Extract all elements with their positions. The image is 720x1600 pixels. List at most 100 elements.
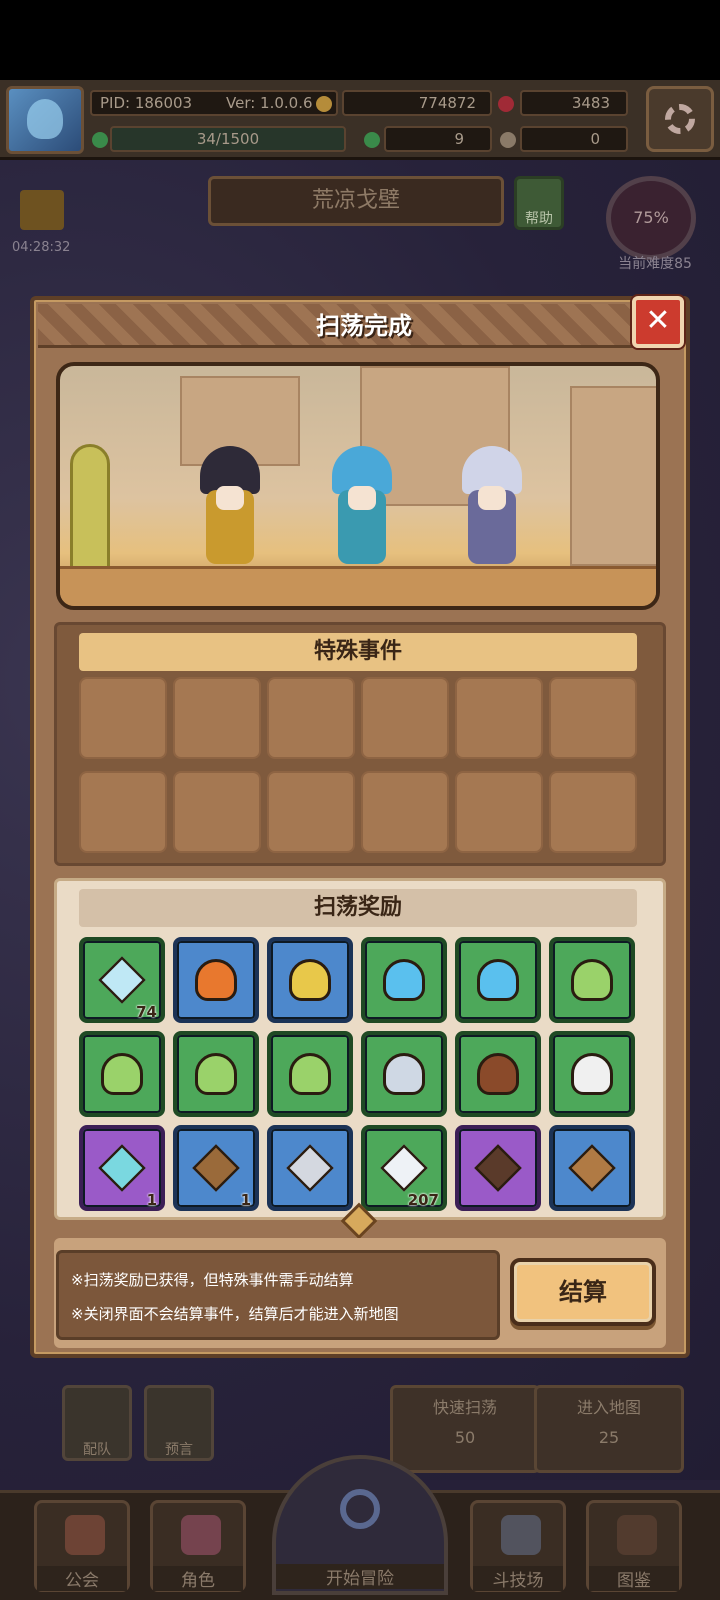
event-slot[interactable]: [173, 677, 261, 759]
gear-icon: [665, 104, 695, 134]
reward-quantity: 1: [146, 1191, 157, 1209]
sweep-rewards-title: 扫荡奖励: [79, 889, 637, 927]
reward-item[interactable]: 74: [79, 937, 165, 1023]
crossed-swords-icon: [501, 1515, 541, 1555]
knight-hero-sprite: [452, 446, 532, 566]
magnifier-icon: [340, 1489, 380, 1529]
nav-tab-codex[interactable]: 图鉴: [586, 1500, 682, 1592]
difficulty-gauge[interactable]: 75%: [606, 176, 696, 260]
silver-ingot-icon: [286, 1144, 334, 1192]
reward-item[interactable]: [267, 937, 353, 1023]
gift-box-icon[interactable]: [20, 190, 64, 230]
reward-item[interactable]: [455, 1031, 541, 1117]
event-slot[interactable]: [549, 677, 637, 759]
note-line-1: ※扫荡奖励已获得，但特殊事件需手动结算: [71, 1271, 354, 1289]
event-slot[interactable]: [455, 677, 543, 759]
event-slot[interactable]: [361, 677, 449, 759]
diamond-gem-icon: [380, 1144, 428, 1192]
nav-tab-character[interactable]: 角色: [150, 1500, 246, 1592]
settings-button[interactable]: [646, 86, 714, 152]
enter-map-button[interactable]: 进入地图 25: [534, 1385, 684, 1473]
character-portrait-icon: [181, 1515, 221, 1555]
key-counter: 0: [520, 126, 628, 152]
reward-item[interactable]: [455, 1125, 541, 1211]
white-hood-slime-icon: [571, 1053, 613, 1095]
gold-value: 774872: [418, 94, 476, 112]
prophecy-button[interactable]: 预言: [144, 1385, 214, 1461]
ice-crystal-cluster-icon: [98, 1144, 146, 1192]
reward-item[interactable]: [361, 937, 447, 1023]
pirate-hat-slime-icon: [477, 1053, 519, 1095]
reward-item[interactable]: [173, 937, 259, 1023]
reward-quantity: 1: [240, 1191, 251, 1209]
reward-quantity: 74: [136, 1003, 157, 1021]
key-icon: [500, 132, 516, 148]
pid-text: PID: 186003: [100, 94, 193, 112]
region-name: 荒凉戈壁: [311, 188, 400, 213]
event-slot[interactable]: [79, 677, 167, 759]
reward-item[interactable]: [79, 1031, 165, 1117]
sweep-complete-dialog: 扫荡完成 ✕ 特殊事件 扫荡奖励 74 1 1 207 ※扫荡奖励已获得，但特殊…: [30, 296, 690, 1358]
reward-item[interactable]: [549, 1031, 635, 1117]
reward-item[interactable]: [267, 1031, 353, 1117]
reward-item[interactable]: 207: [361, 1125, 447, 1211]
status-bar-area: [0, 0, 720, 80]
blue-slime-icon: [383, 959, 425, 1001]
clover-icon: [92, 132, 108, 148]
reward-item[interactable]: [173, 1031, 259, 1117]
quick-sweep-label: 快速扫荡: [432, 1398, 497, 1417]
reward-item[interactable]: 1: [79, 1125, 165, 1211]
special-events-title: 特殊事件: [79, 633, 637, 671]
orange-sleeping-slime-icon: [195, 959, 237, 1001]
prophecy-label: 预言: [165, 1442, 193, 1458]
stamina-value: 34/1500: [196, 130, 260, 148]
enter-map-cost: 25: [598, 1428, 620, 1447]
clover-value: 9: [454, 130, 464, 148]
green-slime-icon: [289, 1053, 331, 1095]
cactus-icon: [70, 444, 110, 574]
green-slime-icon: [195, 1053, 237, 1095]
reward-item[interactable]: [549, 937, 635, 1023]
clover-counter: 9: [384, 126, 492, 152]
close-icon: ✕: [645, 303, 671, 338]
event-slot[interactable]: [267, 677, 355, 759]
settle-button[interactable]: 结算: [510, 1258, 656, 1326]
event-slot[interactable]: [267, 771, 355, 853]
green-slime-icon: [101, 1053, 143, 1095]
close-button[interactable]: ✕: [632, 296, 684, 348]
four-leaf-clover-icon: [364, 132, 380, 148]
nav-character-label: 角色: [153, 1566, 243, 1591]
reward-item[interactable]: [455, 937, 541, 1023]
dialog-title: 扫荡完成: [316, 312, 412, 340]
settle-label: 结算: [559, 1278, 607, 1306]
enter-map-label: 进入地图: [576, 1398, 641, 1417]
reward-item[interactable]: [361, 1031, 447, 1117]
difficulty-label: 当前难度85: [618, 256, 692, 272]
reward-item[interactable]: [549, 1125, 635, 1211]
desert-ground: [60, 566, 656, 606]
reward-item[interactable]: [267, 1125, 353, 1211]
special-events-panel: 特殊事件: [54, 622, 666, 866]
quick-sweep-cost: 50: [454, 1428, 476, 1447]
book-icon: [617, 1515, 657, 1555]
team-button[interactable]: 配队: [62, 1385, 132, 1461]
nav-tab-arena[interactable]: 斗技场: [470, 1500, 566, 1592]
event-slot[interactable]: [173, 771, 261, 853]
key-value: 0: [590, 130, 600, 148]
team-label: 配队: [83, 1442, 111, 1458]
mage-hero-sprite: [322, 446, 402, 566]
event-slot[interactable]: [549, 771, 637, 853]
help-button[interactable]: 帮助: [514, 176, 564, 230]
event-slot[interactable]: [361, 771, 449, 853]
guild-hall-icon: [65, 1515, 105, 1555]
note-line-2: ※关闭界面不会结算事件，结算后才能进入新地图: [71, 1305, 399, 1323]
event-slot[interactable]: [79, 771, 167, 853]
gold-coin-icon: [316, 96, 332, 112]
gem-counter: 3483: [520, 90, 628, 116]
nav-tab-guild[interactable]: 公会: [34, 1500, 130, 1592]
event-slot[interactable]: [455, 771, 543, 853]
reward-item[interactable]: 1: [173, 1125, 259, 1211]
stamina-bar: 34/1500: [110, 126, 346, 152]
player-avatar[interactable]: [6, 86, 84, 154]
quick-sweep-button[interactable]: 快速扫荡 50: [390, 1385, 540, 1473]
